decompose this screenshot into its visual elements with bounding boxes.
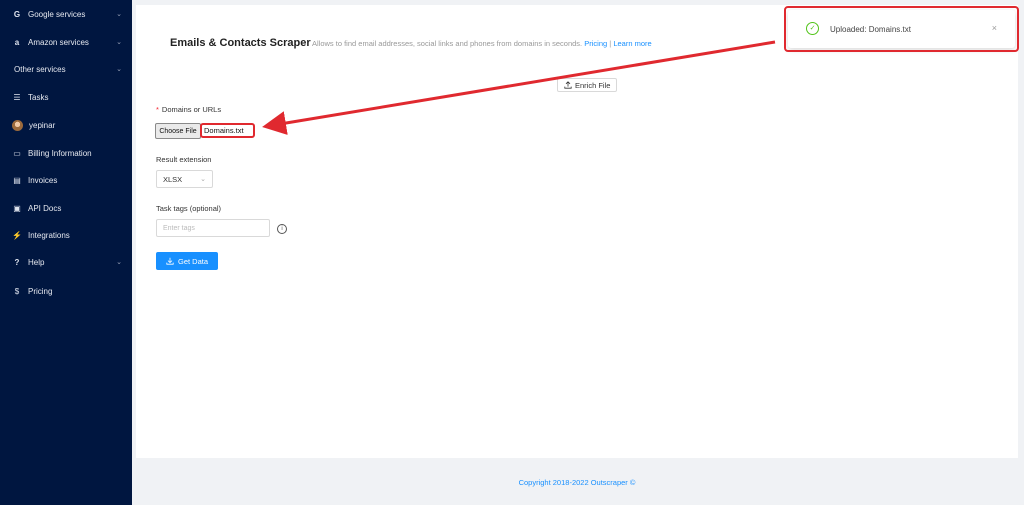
annotation-arrow (262, 40, 776, 135)
annotation-arrow-line (262, 40, 776, 135)
